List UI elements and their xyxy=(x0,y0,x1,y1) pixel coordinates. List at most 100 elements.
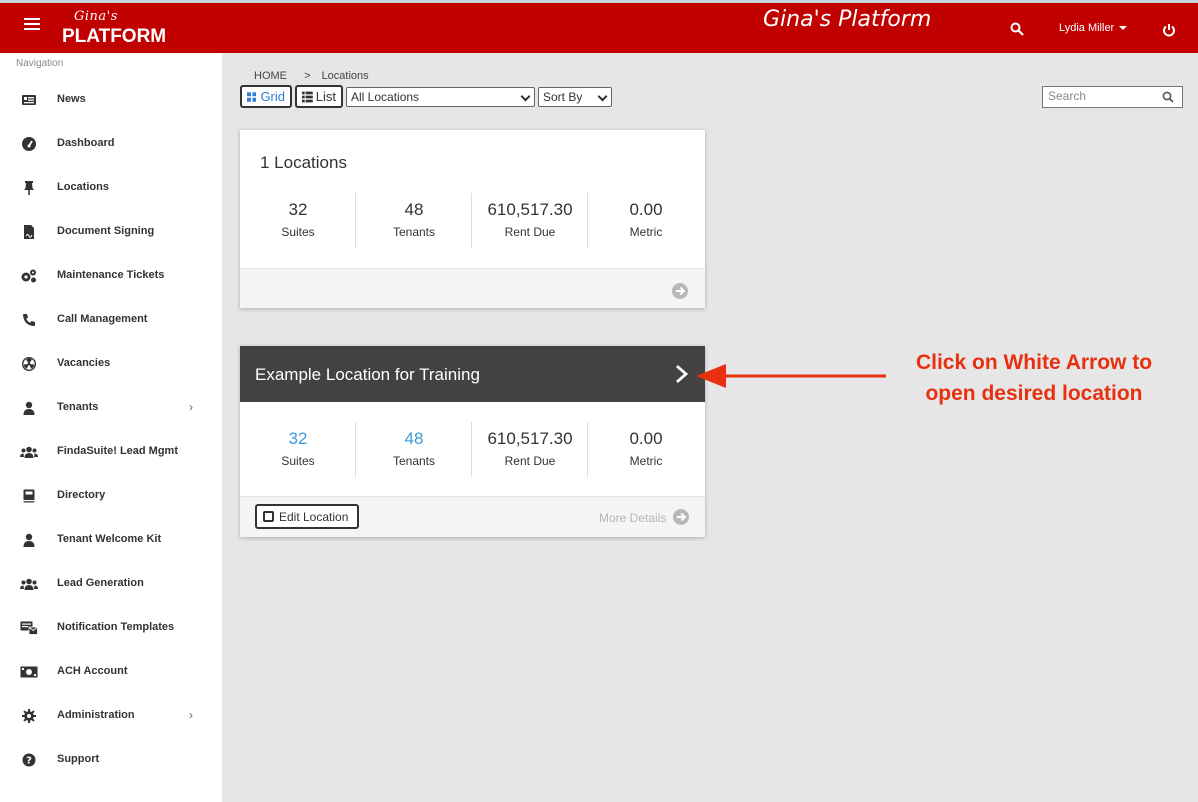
stat-label: Rent Due xyxy=(504,225,556,239)
sidebar-item-administration[interactable]: Administration › xyxy=(0,707,222,751)
card-title: 1 Locations xyxy=(260,153,347,172)
location-card: Example Location for Training 32 Suites 4… xyxy=(240,346,705,537)
gauge-icon xyxy=(20,135,38,153)
locations-summary-card: 1 Locations 32 Suites 48 Tenants 610,517.3… xyxy=(240,130,705,308)
open-location-arrow-icon[interactable] xyxy=(673,364,691,384)
stat-label: Tenants xyxy=(392,454,436,468)
annotation-line-2: open desired location xyxy=(925,382,1143,405)
sidebar-item-label: Directory xyxy=(57,489,106,501)
grid-icon xyxy=(247,91,257,102)
nav-heading: Navigation xyxy=(16,58,64,69)
stat-label: Metric xyxy=(629,454,663,468)
search-input[interactable]: Search xyxy=(1042,86,1183,108)
stat-value: 610,517.30 xyxy=(487,429,573,448)
sidebar-item-maintenance-tickets[interactable]: Maintenance Tickets xyxy=(0,267,222,311)
radiation-icon xyxy=(20,355,38,373)
stat-suites: 32 Suites xyxy=(240,193,356,248)
user-icon xyxy=(20,531,38,549)
sidebar-item-label: Call Management xyxy=(57,313,148,325)
grid-view-button[interactable]: Grid xyxy=(240,85,292,108)
card-footer: Edit Location More Details xyxy=(240,496,705,537)
grid-label: Grid xyxy=(260,89,285,104)
circle-arrow-right-icon[interactable] xyxy=(672,283,688,299)
location-title: Example Location for Training xyxy=(255,365,480,384)
sidebar-item-vacancies[interactable]: Vacancies xyxy=(0,355,222,399)
list-view-button[interactable]: List xyxy=(295,85,343,108)
list-label: List xyxy=(315,89,336,104)
suites-link[interactable]: 32 xyxy=(240,429,356,449)
logo-script: Gina's xyxy=(74,9,118,24)
sidebar-item-label: ACH Account xyxy=(57,665,128,677)
chevron-down-icon xyxy=(520,91,531,102)
search-placeholder: Search xyxy=(1048,89,1087,103)
sidebar-item-tenants[interactable]: Tenants › xyxy=(0,399,222,443)
location-filter-select[interactable]: All Locations xyxy=(346,87,535,107)
chevron-down-icon xyxy=(597,91,608,102)
stats-row: 32 Suites 48 Tenants 610,517.30 Rent Due 0.… xyxy=(240,193,705,248)
sidebar-item-news[interactable]: News xyxy=(0,91,222,135)
cog-icon xyxy=(20,707,38,725)
tenants-link[interactable]: 48 xyxy=(356,429,472,449)
newspaper-icon xyxy=(20,91,38,109)
users-icon xyxy=(20,443,38,461)
sidebar-item-notification-templates[interactable]: Notification Templates xyxy=(0,619,222,663)
app-title: Gina's Platform xyxy=(763,7,932,32)
logo-brand: PLATFORM xyxy=(62,26,167,47)
user-name: Lydia Miller xyxy=(1059,22,1115,34)
sidebar-item-label: Document Signing xyxy=(57,225,155,237)
stat-value: 0.00 xyxy=(629,200,663,219)
chevron-right-icon: › xyxy=(189,708,193,722)
sidebar-item-label: Notification Templates xyxy=(57,621,175,633)
sort-select[interactable]: Sort By xyxy=(538,87,612,107)
file-signature-icon xyxy=(20,223,38,241)
sidebar-item-label: Tenants xyxy=(57,401,99,413)
annotation-callout: Click on White Arrow to open desired loc… xyxy=(898,347,1170,409)
breadcrumb-current: Locations xyxy=(321,70,369,82)
stat-value: 0.00 xyxy=(629,429,663,448)
annotation-arrow xyxy=(696,364,886,388)
sidebar-item-document-signing[interactable]: Document Signing xyxy=(0,223,222,267)
annotation-line-1: Click on White Arrow to xyxy=(915,351,1153,374)
edit-icon xyxy=(263,511,274,522)
stat-label: Tenants xyxy=(392,225,436,239)
logo[interactable]: Gina's PLATFORM xyxy=(62,9,166,53)
search-icon xyxy=(1162,91,1174,103)
hamburger-menu-icon[interactable] xyxy=(24,18,40,32)
breadcrumb-home[interactable]: HOME xyxy=(254,70,287,82)
stat-value: 32 xyxy=(288,200,308,219)
sidebar-item-ach-account[interactable]: ACH Account xyxy=(0,663,222,707)
sidebar-item-locations[interactable]: Locations xyxy=(0,179,222,223)
cogs-icon xyxy=(20,267,38,285)
list-icon xyxy=(302,91,313,102)
sidebar-item-lead-generation[interactable]: Lead Generation xyxy=(0,575,222,619)
stat-label: Rent Due xyxy=(504,454,556,468)
sidebar-item-findasuite-lead-mgmt[interactable]: FindaSuite! Lead Mgmt xyxy=(0,443,222,487)
stat-rent-due: 610,517.30 Rent Due xyxy=(472,422,588,477)
more-details-link[interactable]: More Details xyxy=(599,509,689,525)
sidebar-item-label: Vacancies xyxy=(57,357,111,369)
stat-metric: 0.00 Metric xyxy=(588,193,704,248)
mail-bulk-icon xyxy=(20,619,38,637)
user-menu[interactable]: Lydia Miller xyxy=(1059,22,1128,34)
money-bill-icon xyxy=(20,663,38,681)
sidebar-item-label: News xyxy=(57,93,86,105)
edit-location-label: Edit Location xyxy=(279,509,349,524)
sidebar-item-call-management[interactable]: Call Management xyxy=(0,311,222,355)
edit-location-button[interactable]: Edit Location xyxy=(255,504,359,529)
circle-arrow-right-icon xyxy=(673,509,689,525)
sidebar-item-label: Support xyxy=(57,753,100,765)
top-bar: Gina's PLATFORM Gina's Platform Lydia Mi… xyxy=(0,0,1198,53)
sidebar-item-label: FindaSuite! Lead Mgmt xyxy=(57,445,178,457)
sidebar-item-support[interactable]: ? Support xyxy=(0,751,222,795)
power-icon[interactable] xyxy=(1162,23,1176,37)
search-icon[interactable] xyxy=(1010,22,1024,36)
sidebar-item-directory[interactable]: Directory xyxy=(0,487,222,531)
sidebar-item-label: Administration xyxy=(57,709,135,721)
sort-value: Sort By xyxy=(543,90,583,104)
sidebar-item-dashboard[interactable]: Dashboard xyxy=(0,135,222,179)
caret-down-icon xyxy=(1119,26,1128,31)
stat-value: 48 xyxy=(404,200,424,219)
question-circle-icon: ? xyxy=(20,751,38,769)
sidebar: Navigation News Dashboard Locations Docu… xyxy=(0,53,222,802)
sidebar-item-tenant-welcome-kit[interactable]: Tenant Welcome Kit xyxy=(0,531,222,575)
